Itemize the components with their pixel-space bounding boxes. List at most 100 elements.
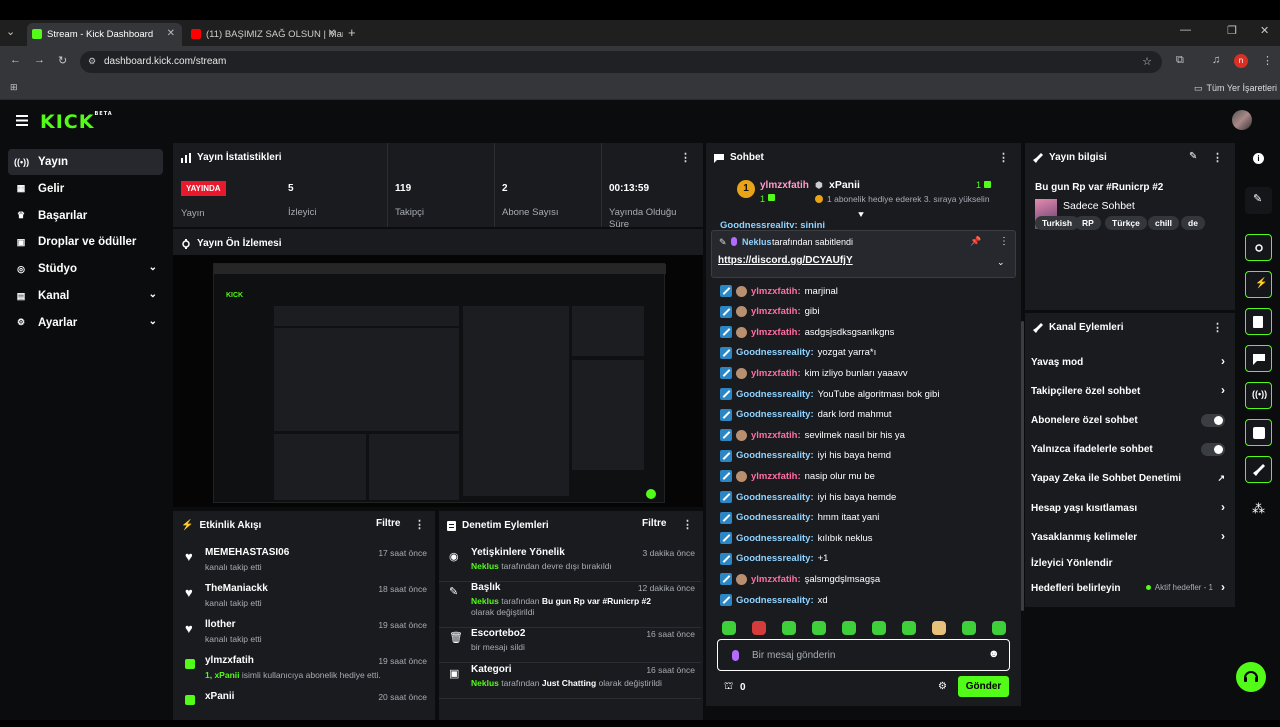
chat-settings-icon[interactable]: ⚙ (938, 681, 947, 692)
chat-username[interactable]: ylmzxfatih (751, 574, 797, 585)
activity-name[interactable]: TheManiackk (205, 583, 268, 594)
emote-icon[interactable] (872, 621, 886, 635)
chat-username[interactable]: ylmzxfatih (751, 327, 797, 338)
emote-icon[interactable] (782, 621, 796, 635)
stream-tag[interactable]: Türkçe (1105, 216, 1147, 230)
user-avatar[interactable] (1232, 110, 1252, 130)
gift-gifter-name[interactable]: ylmzxfatih (760, 180, 809, 191)
toggle-switch[interactable] (1201, 414, 1225, 427)
emoji-picker-icon[interactable]: ☻ (988, 648, 1000, 660)
sidebar-item-5[interactable]: ▤ Kanal ⌄ (8, 283, 163, 309)
new-tab-icon[interactable]: + (348, 25, 356, 40)
extensions-icon[interactable]: ⧉ (1176, 54, 1184, 67)
moderation-actor[interactable]: Neklus (471, 678, 499, 688)
channel-action-item[interactable]: Hedefleri belirleyin › Aktif hedefler - 1 (1031, 578, 1229, 598)
channel-action-item[interactable]: Yavaş mod › (1031, 352, 1229, 372)
channel-action-item[interactable]: Yalnızca ifadelerle sohbet (1031, 439, 1229, 459)
channel-action-item[interactable]: Hesap yaşı kısıtlaması › (1031, 498, 1229, 518)
collapse-banner-icon[interactable]: ⯆ (857, 210, 865, 221)
moderation-actor[interactable]: Neklus (471, 561, 499, 571)
apps-icon[interactable]: ⁂ (1252, 501, 1265, 517)
sidebar-item-4[interactable]: ◎ Stüdyo ⌄ (8, 256, 163, 282)
chat-username[interactable]: Goodnessreality (736, 553, 810, 564)
close-tab-icon[interactable]: ✕ (328, 28, 336, 39)
chat-more-icon[interactable]: ⋮ (998, 151, 1009, 164)
stream-info-more-icon[interactable]: ⋮ (1212, 151, 1223, 164)
activity-filter-button[interactable]: Filtre (376, 518, 400, 529)
mic-icon[interactable] (732, 650, 739, 661)
sidebar-item-2[interactable]: ♛ Başarılar (8, 203, 163, 229)
gift-recipient-name[interactable]: xPanii (829, 179, 860, 191)
activity-name[interactable]: xPanii (205, 691, 234, 702)
tab-youtube[interactable]: (11) BAŞIMIZ SAĞ OLSUN | Mar ✕ (186, 23, 343, 46)
restore-icon[interactable]: ❐ (1227, 24, 1237, 37)
rail-edit-button[interactable]: ✎ (1245, 187, 1272, 214)
chat-username[interactable]: ylmzxfatih (751, 286, 797, 297)
help-button[interactable] (1236, 662, 1266, 692)
moderation-filter-button[interactable]: Filtre (642, 518, 666, 529)
sidebar-item-1[interactable]: ▦ Gelir (8, 176, 163, 202)
tab-search-icon[interactable]: ⌄ (6, 25, 15, 38)
chat-input[interactable]: Bir mesaj gönderin ☻ (717, 639, 1010, 671)
info-icon[interactable]: i (1253, 153, 1264, 164)
rail-actions-button[interactable] (1245, 456, 1272, 483)
emote-icon[interactable] (932, 621, 946, 635)
channel-action-item[interactable]: Yasaklanmış kelimeler › (1031, 527, 1229, 547)
chat-username[interactable]: Goodnessreality (736, 492, 810, 503)
expand-pinned-icon[interactable]: ⌄ (997, 257, 1005, 268)
kick-logo[interactable]: KICKBETA (40, 111, 113, 133)
unpin-icon[interactable]: 📌 (970, 236, 981, 247)
channel-action-item[interactable]: Yapay Zeka ile Sohbet Denetimi ↗ (1031, 468, 1229, 488)
channel-action-item[interactable]: Takipçilere özel sohbet › (1031, 381, 1229, 401)
chat-username[interactable]: Goodnessreality (736, 409, 810, 420)
site-info-icon[interactable]: ⚙ (88, 56, 96, 67)
chat-username[interactable]: ylmzxfatih (751, 368, 797, 379)
chat-username[interactable]: ylmzxfatih (751, 306, 797, 317)
emote-icon[interactable] (752, 621, 766, 635)
preview-video[interactable]: KICK (173, 255, 703, 507)
emote-icon[interactable] (812, 621, 826, 635)
rail-moderation-button[interactable] (1245, 308, 1272, 335)
chat-scrollbar[interactable] (1021, 321, 1024, 611)
emote-icon[interactable] (842, 621, 856, 635)
pinned-more-icon[interactable]: ⋮ (999, 236, 1009, 247)
tab-kick-dashboard[interactable]: Stream - Kick Dashboard ✕ (27, 23, 182, 46)
address-bar[interactable]: ⚙ dashboard.kick.com/stream ☆ (80, 51, 1162, 73)
stream-tag[interactable]: RP (1075, 216, 1101, 230)
chat-username[interactable]: Goodnessreality (736, 533, 810, 544)
chat-username[interactable]: Goodnessreality (736, 347, 810, 358)
emote-icon[interactable] (962, 621, 976, 635)
activity-more-icon[interactable]: ⋮ (414, 518, 425, 531)
close-window-icon[interactable]: ✕ (1260, 24, 1269, 37)
edit-pencil-icon[interactable]: ✎ (1189, 151, 1197, 162)
rail-chat-button[interactable] (1245, 345, 1272, 372)
emote-icon[interactable] (902, 621, 916, 635)
browser-menu-icon[interactable]: ⋮ (1262, 54, 1273, 67)
activity-sub-user[interactable]: xPanii (214, 670, 239, 680)
emote-icon[interactable] (992, 621, 1006, 635)
category-name[interactable]: Sadece Sohbet (1063, 200, 1135, 212)
minimize-icon[interactable]: — (1180, 24, 1191, 36)
activity-name[interactable]: MEMEHASTASI06 (205, 547, 289, 558)
moderation-actor[interactable]: Neklus (471, 596, 499, 606)
sidebar-item-0[interactable]: ((•)) Yayın (8, 149, 163, 175)
all-bookmarks[interactable]: ▭ Tüm Yer İşaretleri (1194, 83, 1277, 94)
rail-preview-button[interactable] (1245, 234, 1272, 261)
stream-tag[interactable]: Turkish (1035, 216, 1080, 230)
chat-username[interactable]: Goodnessreality (736, 512, 810, 523)
apps-grid-icon[interactable]: ⊞ (10, 82, 18, 93)
channel-action-item[interactable]: İzleyici Yönlendir (1031, 553, 1229, 573)
channel-action-item[interactable]: Abonelere özel sohbet (1031, 410, 1229, 430)
chat-username[interactable]: Goodnessreality (736, 389, 810, 400)
close-tab-icon[interactable]: ✕ (167, 28, 175, 39)
send-button[interactable]: Gönder (958, 676, 1009, 697)
toggle-switch[interactable] (1201, 443, 1225, 456)
pinned-message[interactable]: ✎ Neklus tarafından sabitlendi 📌 ⋮ https… (711, 230, 1016, 278)
activity-name[interactable]: ylmzxfatih (205, 655, 254, 666)
forward-icon[interactable]: → (34, 54, 45, 66)
sidebar-item-6[interactable]: ⚙ Ayarlar ⌄ (8, 310, 163, 336)
rail-broadcast-button[interactable]: ((•)) (1245, 382, 1272, 409)
chat-username[interactable]: ylmzxfatih (751, 471, 797, 482)
reload-icon[interactable]: ↻ (58, 54, 67, 67)
back-icon[interactable]: ← (10, 54, 21, 66)
